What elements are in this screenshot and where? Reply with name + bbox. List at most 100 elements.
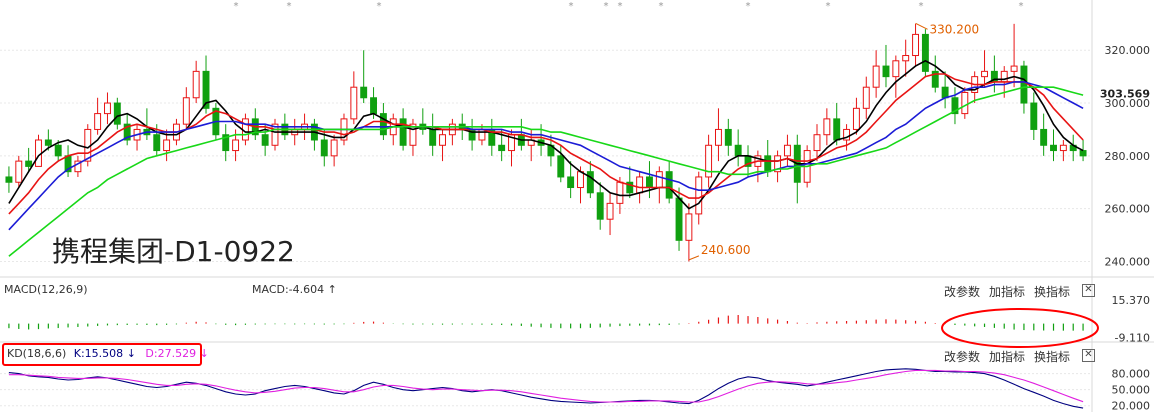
- candle: [123, 113, 131, 146]
- event-star-icon: *: [569, 1, 574, 12]
- candle: [330, 134, 338, 167]
- high-annotation-label: 330.200: [930, 22, 980, 36]
- kd-line-k: [8, 368, 1084, 409]
- candle: [793, 134, 801, 204]
- macd-histogram: [8, 315, 1084, 331]
- event-star-icon: *: [604, 1, 609, 12]
- candle: [626, 166, 634, 199]
- candle: [892, 55, 900, 98]
- candle: [961, 87, 969, 119]
- kd-switch-indicator-button[interactable]: 换指标: [1034, 348, 1070, 365]
- main-y-tick-label: 280.000: [1105, 150, 1151, 163]
- event-star-icon: *: [746, 1, 751, 12]
- candle: [448, 118, 456, 146]
- candle: [439, 129, 446, 162]
- candle: [990, 55, 998, 93]
- candle: [902, 39, 910, 77]
- candle: [133, 124, 141, 151]
- candle: [783, 134, 791, 167]
- candle: [5, 166, 13, 193]
- candle: [724, 118, 732, 156]
- moving-average-lines: [8, 59, 1084, 257]
- candle: [862, 76, 870, 119]
- kd-y-tick-label: 80.000: [1112, 368, 1151, 381]
- macd-value-legend: MACD:-4.604 ↑: [252, 283, 337, 296]
- candle: [1069, 134, 1077, 162]
- candle: [104, 92, 111, 125]
- candle: [754, 150, 762, 183]
- candle: [685, 203, 693, 262]
- candle: [882, 44, 890, 88]
- event-star-icon: *: [826, 1, 831, 12]
- candle: [1050, 129, 1057, 162]
- candle: [1040, 113, 1048, 156]
- kd-legend: KD(18,6,6) K:15.508 ↓ D:27.529 ↓: [7, 347, 209, 360]
- candle: [734, 129, 742, 167]
- candle: [665, 161, 673, 204]
- main-y-tick-label: 260.000: [1105, 203, 1151, 216]
- event-star-icon: *: [618, 1, 623, 12]
- low-annotation-arrow: [688, 255, 700, 261]
- candle: [389, 113, 397, 146]
- candle: [488, 118, 496, 156]
- candle: [222, 124, 230, 162]
- event-star-icon: *: [377, 1, 382, 12]
- low-annotation-label: 240.600: [701, 243, 751, 257]
- candle: [872, 50, 880, 98]
- event-star-icon: *: [287, 1, 292, 12]
- ma-line-0: [8, 59, 1084, 210]
- event-star-icon: *: [1019, 1, 1024, 12]
- event-star-icon: *: [659, 1, 664, 12]
- kd-title: KD(18,6,6): [7, 347, 67, 360]
- kd-y-tick-label: 50.000: [1112, 384, 1151, 397]
- candle: [192, 60, 200, 104]
- chart-title: 携程集团-D1-0922: [52, 235, 295, 268]
- candle: [606, 192, 614, 236]
- high-annotation-arrow: [915, 22, 928, 30]
- candle: [94, 97, 102, 135]
- candle: [64, 145, 72, 177]
- candle: [113, 97, 121, 130]
- main-y-tick-label: 320.000: [1105, 44, 1151, 57]
- kd-add-indicator-button[interactable]: 加指标: [989, 348, 1025, 365]
- macd-up-arrow-icon: ↑: [327, 283, 337, 296]
- candle: [714, 108, 722, 162]
- candle: [360, 50, 368, 104]
- candle: [399, 108, 407, 151]
- macd-value: MACD:-4.604: [252, 283, 325, 296]
- kd-d-down-arrow-icon: ↓: [199, 347, 209, 360]
- macd-close-icon[interactable]: ✕: [1082, 284, 1095, 297]
- macd-switch-indicator-button[interactable]: 换指标: [1034, 283, 1070, 300]
- candle: [271, 118, 279, 151]
- candle: [1059, 140, 1067, 162]
- kd-close-icon[interactable]: ✕: [1082, 349, 1095, 362]
- event-markers: * * * * * * * * * * *: [234, 1, 1024, 12]
- candle: [596, 182, 604, 230]
- candle: [705, 134, 713, 188]
- macd-legend: MACD(12,26,9): [4, 283, 88, 296]
- candle: [468, 118, 476, 151]
- candle: [310, 118, 318, 151]
- macd-y-tick-label: 15.370: [1112, 294, 1151, 307]
- candle: [1030, 92, 1038, 140]
- kd-k-down-arrow-icon: ↓: [126, 347, 136, 360]
- candle: [655, 166, 663, 204]
- candlestick-series: [5, 23, 1087, 262]
- kd-lines: [8, 368, 1084, 409]
- candle: [350, 71, 358, 125]
- macd-y-tick-label: -9.110: [1115, 332, 1150, 345]
- candle: [182, 87, 190, 130]
- macd-add-indicator-button[interactable]: 加指标: [989, 283, 1025, 300]
- kd-change-params-button[interactable]: 改参数: [944, 348, 980, 365]
- candle: [774, 150, 782, 183]
- macd-title: MACD(12,26,9): [4, 283, 88, 296]
- y-axis-labels: 320.000300.000280.000260.000240.000303.5…: [1100, 44, 1150, 412]
- candle: [35, 134, 42, 167]
- macd-highlight-ellipse: [941, 308, 1099, 348]
- kd-y-tick-label: 20.000: [1112, 400, 1151, 412]
- macd-change-params-button[interactable]: 改参数: [944, 283, 980, 300]
- candle: [74, 155, 82, 177]
- candle: [646, 161, 653, 199]
- candle: [419, 108, 427, 135]
- main-y-tick-label: 240.000: [1105, 255, 1151, 268]
